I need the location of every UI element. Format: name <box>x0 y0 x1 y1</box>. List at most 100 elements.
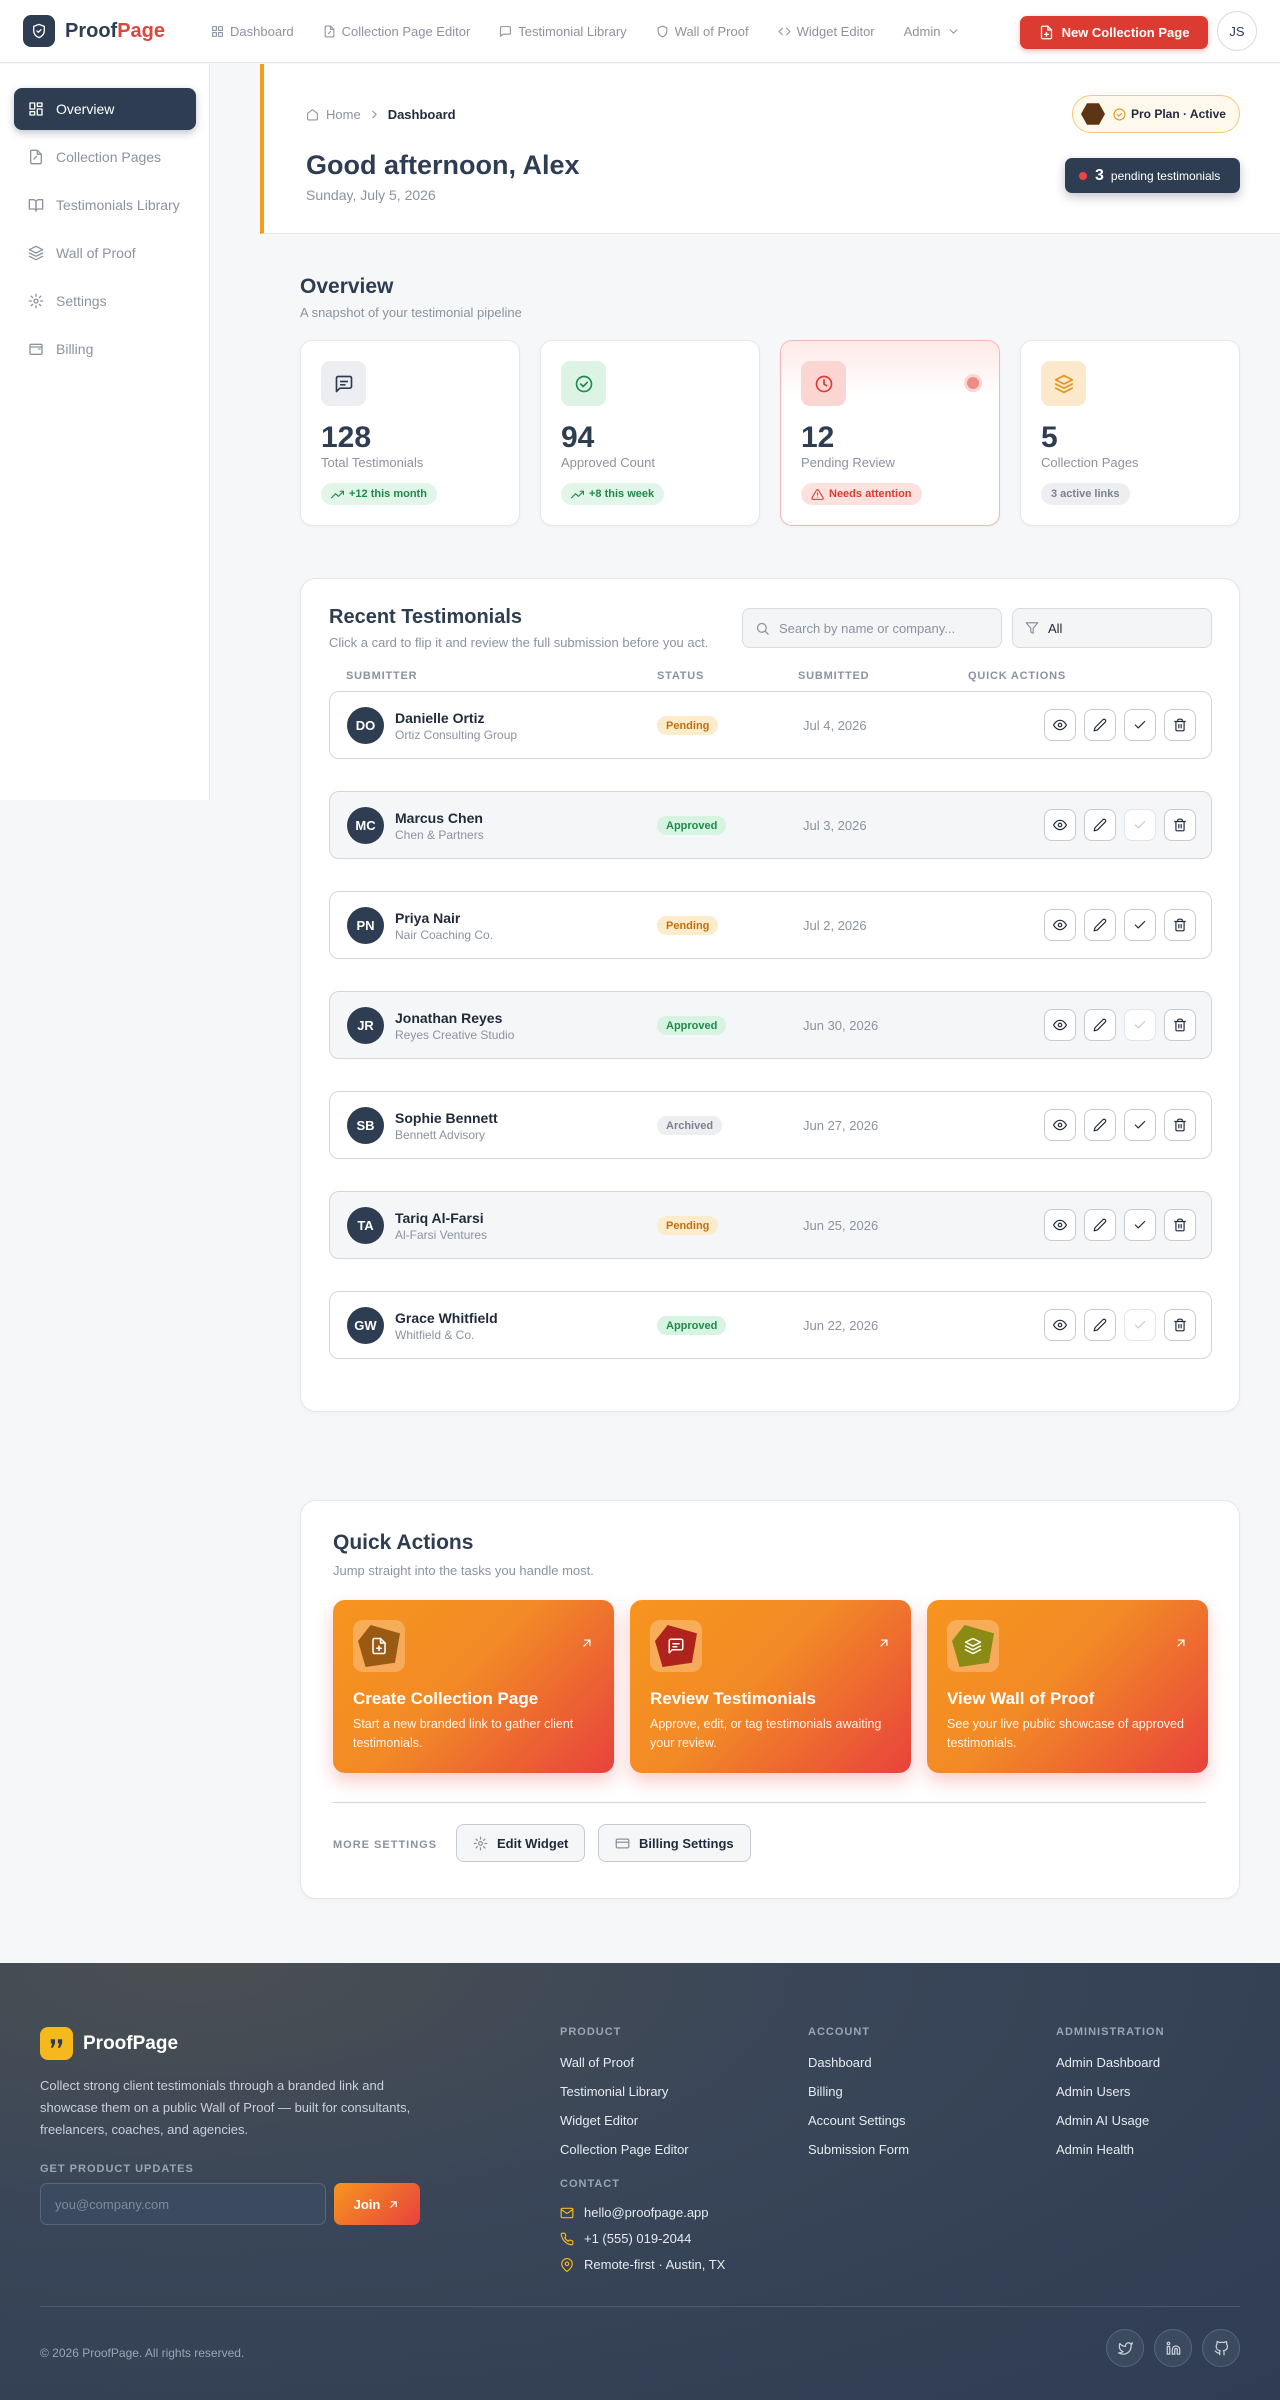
nav-dashboard[interactable]: Dashboard <box>211 24 294 39</box>
tile-title: Create Collection Page <box>353 1689 539 1708</box>
footer-link-account-settings[interactable]: Account Settings <box>808 2113 906 2128</box>
sidebar-item-collection-pages[interactable]: Collection Pages <box>14 136 196 178</box>
newsletter-email-input[interactable] <box>40 2183 326 2225</box>
status-badge: Approved <box>657 1316 727 1335</box>
edit-button[interactable] <box>1084 1109 1116 1141</box>
delete-button[interactable] <box>1164 1009 1196 1041</box>
table-row[interactable]: TA Tariq Al-Farsi Al-Farsi Ventures Pending… <box>329 1191 1212 1259</box>
table-row[interactable]: DO Danielle Ortiz Ortiz Consulting Group Pe… <box>329 691 1212 759</box>
delete-button[interactable] <box>1164 1209 1196 1241</box>
user-avatar[interactable]: JS <box>1217 11 1257 51</box>
linkedin-link[interactable] <box>1154 2329 1192 2367</box>
nav-testimonial-library[interactable]: Testimonial Library <box>499 24 627 39</box>
twitter-link[interactable] <box>1106 2329 1144 2367</box>
footer-link-billing[interactable]: Billing <box>808 2084 843 2099</box>
approve-button[interactable] <box>1124 1209 1156 1241</box>
sidebar-item-billing[interactable]: Billing <box>14 328 196 370</box>
new-collection-page-button[interactable]: New Collection Page <box>1020 16 1208 49</box>
view-button[interactable] <box>1044 709 1076 741</box>
approve-button[interactable] <box>1124 909 1156 941</box>
footer-link-dashboard[interactable]: Dashboard <box>808 2055 872 2070</box>
submitted-date: Jun 27, 2026 <box>803 1118 879 1133</box>
table-row[interactable]: SB Sophie Bennett Bennett Advisory Archived… <box>329 1091 1212 1159</box>
sidebar-item-label: Billing <box>56 341 94 357</box>
table-row[interactable]: GW Grace Whitfield Whitfield & Co. Approved… <box>329 1291 1212 1359</box>
delete-button[interactable] <box>1164 1109 1196 1141</box>
sidebar-item-wall-of-proof[interactable]: Wall of Proof <box>14 232 196 274</box>
view-wall-of-proof-tile[interactable]: View Wall of Proof See your live public … <box>927 1600 1208 1773</box>
edit-button[interactable] <box>1084 1209 1116 1241</box>
approve-button[interactable] <box>1124 1109 1156 1141</box>
sidebar-item-settings[interactable]: Settings <box>14 280 196 322</box>
stat-card-pending[interactable]: 12 Pending Review Needs attention <box>780 340 1000 526</box>
page-title: Good afternoon, Alex <box>306 150 580 180</box>
contact-email[interactable]: hello@proofpage.app <box>560 2205 709 2220</box>
trash-icon <box>1173 818 1187 832</box>
footer-link-admin-health[interactable]: Admin Health <box>1056 2142 1134 2157</box>
footer-link-admin-ai-usage[interactable]: Admin AI Usage <box>1056 2113 1149 2128</box>
sidebar-item-overview[interactable]: Overview <box>14 88 196 130</box>
view-button[interactable] <box>1044 1009 1076 1041</box>
edit-button[interactable] <box>1084 1309 1116 1341</box>
view-button[interactable] <box>1044 909 1076 941</box>
brand-logo[interactable]: ProofPage <box>23 15 165 47</box>
eye-icon <box>1053 1318 1067 1332</box>
table-row[interactable]: MC Marcus Chen Chen & Partners Approved Jul … <box>329 791 1212 859</box>
recent-testimonials-subtitle: Click a card to flip it and review the f… <box>329 635 709 650</box>
nav-wall-of-proof[interactable]: Wall of Proof <box>656 24 749 39</box>
view-button[interactable] <box>1044 1209 1076 1241</box>
footer-link-testimonial-library[interactable]: Testimonial Library <box>560 2084 668 2099</box>
plan-badge[interactable]: Pro Plan · Active <box>1072 95 1240 133</box>
footer-link-widget-editor[interactable]: Widget Editor <box>560 2113 638 2128</box>
sidebar-item-testimonials-library[interactable]: Testimonials Library <box>14 184 196 226</box>
nav-admin-dropdown[interactable]: Admin <box>904 24 960 39</box>
breadcrumb-home[interactable]: Home <box>326 107 361 122</box>
edit-button[interactable] <box>1084 1009 1116 1041</box>
footer-link-submission-form[interactable]: Submission Form <box>808 2142 909 2157</box>
approve-button[interactable] <box>1124 809 1156 841</box>
stat-card-collection-pages[interactable]: 5 Collection Pages 3 active links <box>1020 340 1240 526</box>
view-button[interactable] <box>1044 1109 1076 1141</box>
footer-link-collection-page-editor[interactable]: Collection Page Editor <box>560 2142 689 2157</box>
view-button[interactable] <box>1044 1309 1076 1341</box>
footer-logo[interactable]: ProofPage <box>40 2027 178 2060</box>
delete-button[interactable] <box>1164 1309 1196 1341</box>
edit-button[interactable] <box>1084 809 1116 841</box>
footer-link-admin-users[interactable]: Admin Users <box>1056 2084 1130 2099</box>
nav-widget-editor[interactable]: Widget Editor <box>778 24 875 39</box>
stat-card-approved[interactable]: 94 Approved Count +8 this week <box>540 340 760 526</box>
delete-button[interactable] <box>1164 909 1196 941</box>
approve-button[interactable] <box>1124 1009 1156 1041</box>
delete-button[interactable] <box>1164 709 1196 741</box>
join-button[interactable]: Join <box>334 2183 420 2225</box>
sidebar-item-label: Wall of Proof <box>56 245 136 261</box>
footer-link-admin-dashboard[interactable]: Admin Dashboard <box>1056 2055 1160 2070</box>
table-row[interactable]: PN Priya Nair Nair Coaching Co. Pending Jul … <box>329 891 1212 959</box>
sidebar-item-label: Settings <box>56 293 107 309</box>
divider <box>333 1802 1206 1803</box>
nav-admin-label: Admin <box>903 23 941 39</box>
pencil-icon <box>1093 1118 1107 1132</box>
billing-settings-button[interactable]: Billing Settings <box>598 1824 751 1862</box>
search-input[interactable] <box>779 620 979 636</box>
approve-button[interactable] <box>1124 709 1156 741</box>
status-filter-select[interactable]: All <box>1012 608 1212 648</box>
footer-link-wall-of-proof[interactable]: Wall of Proof <box>560 2055 634 2070</box>
create-collection-page-tile[interactable]: Create Collection Page Start a new brand… <box>333 1600 614 1773</box>
table-row[interactable]: JR Jonathan Reyes Reyes Creative Studio App… <box>329 991 1212 1059</box>
delete-button[interactable] <box>1164 809 1196 841</box>
contact-phone[interactable]: +1 (555) 019-2044 <box>560 2231 691 2246</box>
eye-icon <box>1053 718 1067 732</box>
pending-testimonials-pill[interactable]: 3 pending testimonials <box>1065 158 1240 193</box>
view-button[interactable] <box>1044 809 1076 841</box>
nav-collection-page-editor[interactable]: Collection Page Editor <box>323 24 470 39</box>
submitter-company: Nair Coaching Co. <box>395 928 494 942</box>
layout-grid-icon <box>29 102 43 116</box>
approve-button[interactable] <box>1124 1309 1156 1341</box>
stat-card-total[interactable]: 128 Total Testimonials +12 this month <box>300 340 520 526</box>
edit-button[interactable] <box>1084 709 1116 741</box>
edit-widget-button[interactable]: Edit Widget <box>456 1824 586 1862</box>
github-link[interactable] <box>1202 2329 1240 2367</box>
edit-button[interactable] <box>1084 909 1116 941</box>
review-testimonials-tile[interactable]: Review Testimonials Approve, edit, or ta… <box>630 1600 911 1773</box>
